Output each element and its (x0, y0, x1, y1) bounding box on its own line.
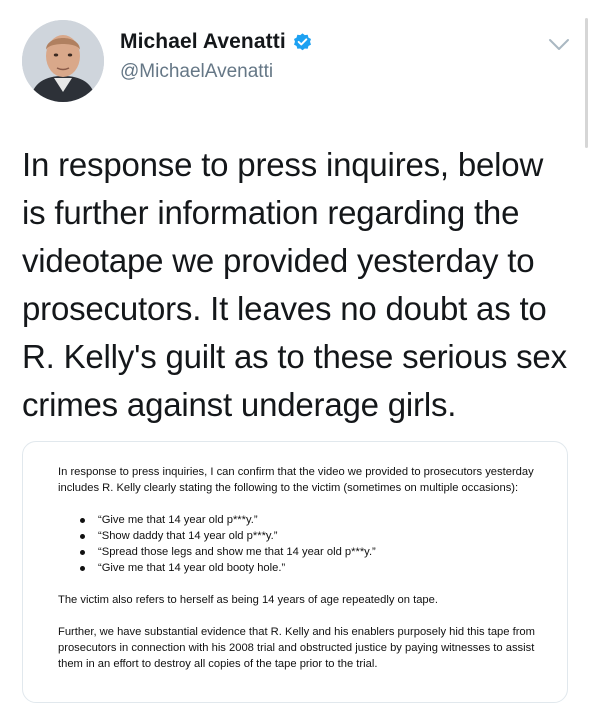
quote-list: “Give me that 14 year old p***y.” “Show … (80, 512, 548, 576)
tweet-text: In response to press inquires, below is … (22, 146, 567, 423)
author-handle[interactable]: @MichaelAvenatti (120, 61, 273, 83)
list-item: “Spread those legs and show me that 14 y… (80, 544, 548, 560)
statement-intro: In response to press inquiries, I can co… (58, 466, 534, 494)
attached-image-card[interactable]: In response to press inquiries, I can co… (22, 441, 568, 703)
verified-badge-icon (292, 32, 313, 53)
list-item: “Give me that 14 year old p***y.” (80, 512, 548, 528)
list-item: “Give me that 14 year old booty hole.” (80, 560, 548, 576)
chevron-down-icon[interactable] (548, 38, 570, 52)
statement-document: In response to press inquiries, I can co… (58, 464, 548, 672)
scroll-indicator[interactable] (585, 18, 588, 148)
author-name-row: Michael Avenatti (120, 30, 313, 54)
author-display-name[interactable]: Michael Avenatti (120, 30, 286, 54)
statement-paragraph-3: Further, we have substantial evidence th… (58, 626, 535, 670)
tweet-header: Michael Avenatti @MichaelAvenatti (0, 0, 590, 120)
list-item: “Show daddy that 14 year old p***y.” (80, 528, 548, 544)
statement-paragraph-2: The victim also refers to herself as bei… (58, 594, 438, 606)
avatar[interactable] (22, 20, 104, 102)
avatar-image (22, 20, 104, 102)
